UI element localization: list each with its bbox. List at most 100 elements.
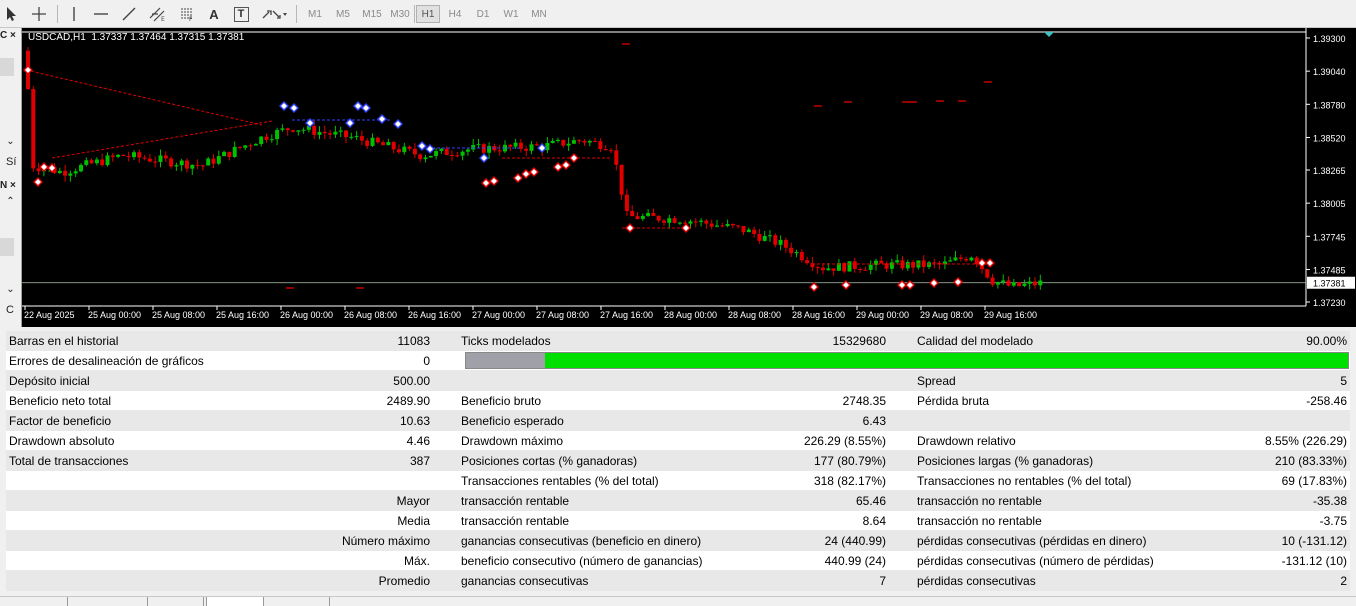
- timeframe-m1-button[interactable]: M1: [302, 5, 328, 23]
- report-label: pérdidas consecutivas (pérdidas en diner…: [917, 534, 1147, 548]
- price-tick-label: 1.38780: [1313, 100, 1346, 110]
- trade-marker: [513, 173, 523, 183]
- chevron-up-icon[interactable]: ⌃: [0, 196, 21, 207]
- candle-body: [953, 257, 958, 261]
- candle-body: [450, 155, 454, 157]
- candle-body: [683, 222, 688, 224]
- candle-body: [434, 151, 439, 156]
- report-row: Número máximo ganancias consecutivas (ben…: [6, 531, 1350, 551]
- candle-body: [948, 260, 953, 262]
- report-row: Promedio ganancias consecutivas 7 pérdidas …: [6, 571, 1350, 591]
- chevron-down-icon[interactable]: ⌄: [0, 136, 21, 147]
- candle-body: [794, 252, 799, 254]
- trade-marker: [481, 178, 491, 188]
- candle-body: [402, 146, 407, 153]
- candle-body: [89, 160, 94, 164]
- candle-body: [932, 262, 937, 264]
- price-chart[interactable]: 1.39300 1.39040 1.38780 1.38520 1.38265 1.380…: [22, 28, 1356, 327]
- candle-body: [296, 130, 301, 132]
- current-price-label: 1.37381: [1313, 279, 1346, 289]
- timeframe-m30-button[interactable]: M30: [386, 5, 414, 23]
- candle-body: [1006, 280, 1011, 286]
- report-value: 226.29 (8.55%): [803, 434, 886, 448]
- candle-body: [1011, 282, 1016, 286]
- panel-scroll-thumb-2[interactable]: [0, 238, 14, 256]
- time-tick-label: 29 Aug 08:00: [920, 310, 973, 320]
- timeframe-mn-button[interactable]: MN: [526, 5, 552, 23]
- report-row: Mayor transacción rentable 65.46 transacció…: [6, 491, 1350, 511]
- candle-body: [57, 170, 62, 174]
- trade-marker: [897, 280, 907, 290]
- candle-body: [1027, 281, 1032, 284]
- trend-line-icon[interactable]: [118, 3, 140, 25]
- panel-header-n[interactable]: N ×: [0, 180, 21, 191]
- candle-body: [598, 141, 603, 150]
- candle-body: [211, 158, 216, 164]
- candle-body: [571, 140, 576, 144]
- time-tick-label: 27 Aug 00:00: [472, 310, 525, 320]
- report-row: Factor de beneficio 10.63 Beneficio espera…: [6, 411, 1350, 431]
- candle-body: [868, 264, 873, 270]
- panel-scroll-thumb[interactable]: [0, 58, 14, 76]
- candle-body: [423, 157, 428, 160]
- candle-body: [471, 144, 476, 150]
- candle-body: [142, 157, 147, 159]
- cursor-arrow-icon[interactable]: [2, 3, 22, 25]
- horizontal-line-icon[interactable]: [90, 3, 112, 25]
- candle-body: [185, 160, 189, 169]
- report-value: 24 (440.99): [824, 534, 886, 548]
- text-icon[interactable]: A: [204, 3, 224, 25]
- timeframe-m5-button[interactable]: M5: [330, 5, 356, 23]
- trade-marker: [841, 280, 851, 290]
- vertical-line-icon[interactable]: [64, 3, 84, 25]
- trade-marker: [417, 141, 427, 151]
- timeframe-h1-button[interactable]: H1: [416, 5, 440, 23]
- candle-body: [153, 161, 158, 163]
- candle-body: [391, 142, 396, 150]
- candle-body: [815, 267, 820, 269]
- report-value: 177 (80.79%): [813, 454, 886, 468]
- panel-header-c[interactable]: C ×: [0, 30, 21, 41]
- candle-body: [995, 282, 1000, 285]
- timeframe-d1-button[interactable]: D1: [470, 5, 496, 23]
- trade-marker: [279, 101, 289, 111]
- candle-body: [773, 235, 778, 245]
- candle-body: [736, 225, 741, 227]
- equidistant-channel-icon[interactable]: E: [146, 3, 170, 25]
- price-tick-label: 1.38265: [1313, 166, 1346, 176]
- chevron-down-icon[interactable]: ⌄: [0, 284, 21, 295]
- timeframe-h4-button[interactable]: H4: [442, 5, 468, 23]
- price-tick-label: 1.37745: [1313, 232, 1346, 242]
- crosshair-icon[interactable]: [28, 3, 50, 25]
- report-label: Drawdown absoluto: [9, 434, 115, 448]
- trade-marker: [809, 282, 819, 292]
- candle-body: [593, 140, 598, 142]
- fibonacci-icon[interactable]: F: [176, 3, 198, 25]
- time-tick-label: 26 Aug 16:00: [408, 310, 461, 320]
- timeframe-w1-button[interactable]: W1: [498, 5, 524, 23]
- candle-body: [789, 247, 794, 254]
- report-row: Transacciones rentables (% del total) 318…: [6, 471, 1350, 491]
- candle-body: [720, 225, 725, 227]
- report-value: -131.12 (10): [1281, 554, 1347, 568]
- report-label: Beneficio neto total: [9, 394, 112, 408]
- report-value: 8.55% (226.29): [1264, 434, 1347, 448]
- modeling-quality-gray-segment: [466, 353, 546, 368]
- timeframe-m15-button[interactable]: M15: [358, 5, 386, 23]
- trade-line: [25, 69, 263, 126]
- svg-text:F: F: [189, 16, 193, 22]
- candle-body: [799, 252, 804, 261]
- candle-body: [985, 269, 990, 278]
- candle-body: [635, 216, 640, 219]
- price-tick-label: 1.39300: [1313, 34, 1346, 44]
- candle-body: [253, 144, 258, 146]
- price-tick-label: 1.37485: [1313, 265, 1346, 275]
- text-label-icon[interactable]: T: [230, 3, 252, 25]
- candle-body: [344, 130, 348, 138]
- candle-body: [730, 223, 735, 226]
- candle-body: [94, 159, 99, 164]
- chart-canvas: 1.39300 1.39040 1.38780 1.38520 1.38265 1.380…: [22, 28, 1355, 320]
- arrows-shapes-icon[interactable]: [258, 3, 290, 25]
- candle-body: [513, 142, 518, 147]
- candle-body: [677, 222, 682, 224]
